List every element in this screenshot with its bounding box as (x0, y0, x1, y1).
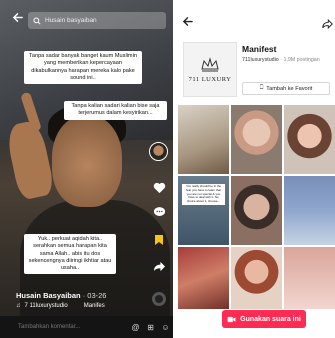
search-query: Husain basyaiban (45, 17, 97, 24)
comment-bar: Tambahkan komentar... @ ⊞ ☺ (0, 316, 173, 338)
back-button[interactable] (6, 6, 28, 28)
video-thumbnail[interactable] (231, 105, 282, 174)
gift-icon[interactable]: ⊞ (143, 323, 158, 332)
search-input[interactable]: Husain basyaiban (28, 12, 166, 29)
crown-crest-icon (201, 56, 219, 71)
sound-creator[interactable]: 711luxurystudio (242, 57, 279, 63)
video-thumbnail[interactable] (178, 105, 229, 174)
add-to-favorites-button[interactable]: ⎕ Tambah ke Favorit (242, 82, 330, 95)
video-caption-1: Tanpa sadar banyak banget kaum Muslimin … (24, 51, 142, 85)
share-button[interactable] (322, 16, 335, 30)
use-sound-label: Gunakan suara ini (240, 315, 301, 323)
video-person-face (52, 115, 122, 207)
mention-icon[interactable]: @ (128, 323, 143, 332)
music-info[interactable]: ♫ 7 11luxurystudio Manifes (16, 303, 105, 309)
video-thumbnail[interactable] (231, 176, 282, 245)
share-button[interactable] (151, 258, 167, 274)
sound-page: 711 LUXURY Manifest 711luxurystudio · 1,… (178, 0, 335, 338)
use-this-sound-button[interactable]: Gunakan suara ini (222, 310, 306, 328)
comment-button[interactable] (151, 204, 167, 220)
sound-post-count: · 1,9M postingan (280, 57, 320, 63)
music-note-icon: ♫ (16, 303, 21, 309)
video-thumbnail-caption: You really should be in the fear you hav… (182, 184, 225, 205)
comment-icon (153, 207, 165, 216)
comment-input[interactable]: Tambahkan komentar... (18, 324, 128, 330)
video-thumbnail[interactable] (284, 176, 335, 245)
video-thumbnail[interactable] (178, 247, 229, 309)
author-name[interactable]: Husain Basyaiban (16, 291, 81, 300)
video-caption-3: Yuk.. perkuat aqidah kita.. serahkan sem… (24, 234, 116, 275)
video-camera-icon (227, 316, 236, 322)
video-caption-2: Tanpa kalian sadari kalian bise saja ter… (64, 101, 167, 120)
sound-title: Manifest (242, 44, 277, 54)
music-title[interactable]: Manifes (84, 303, 105, 309)
video-thumbnail[interactable] (231, 247, 282, 309)
bookmark-icon (155, 235, 163, 245)
music-disc-icon[interactable] (152, 292, 166, 306)
sound-cover: 711 LUXURY (183, 42, 237, 97)
video-thumbnail[interactable]: You really should be in the fear you hav… (178, 176, 229, 245)
back-button[interactable] (182, 16, 196, 30)
sound-meta: 711luxurystudio · 1,9M postingan (242, 57, 320, 63)
heart-icon (153, 182, 165, 194)
video-screen[interactable]: Husain basyaiban Tanpa sadar banyak bang… (0, 0, 173, 338)
brand-logo-text: 711 LUXURY (188, 75, 232, 83)
emoji-icon[interactable]: ☺ (158, 323, 173, 332)
search-icon (33, 16, 41, 25)
favorite-label: Tambah ke Favorit (266, 85, 313, 92)
video-author[interactable]: Husain Basyaiban · 03-26 (16, 291, 106, 300)
music-artist[interactable]: 7 11luxurystudio (25, 303, 68, 309)
post-date: · 03-26 (82, 291, 107, 300)
bookmark-icon: ⎕ (259, 85, 264, 91)
like-button[interactable] (151, 180, 167, 196)
arrow-left-icon (182, 17, 193, 26)
video-thumbnail[interactable] (284, 105, 335, 174)
share-arrow-icon (153, 261, 165, 271)
video-thumbnail[interactable] (284, 247, 335, 309)
share-arrow-icon (322, 18, 333, 30)
save-button[interactable] (151, 232, 167, 248)
creator-avatar[interactable] (149, 142, 168, 161)
arrow-left-icon (12, 12, 23, 22)
